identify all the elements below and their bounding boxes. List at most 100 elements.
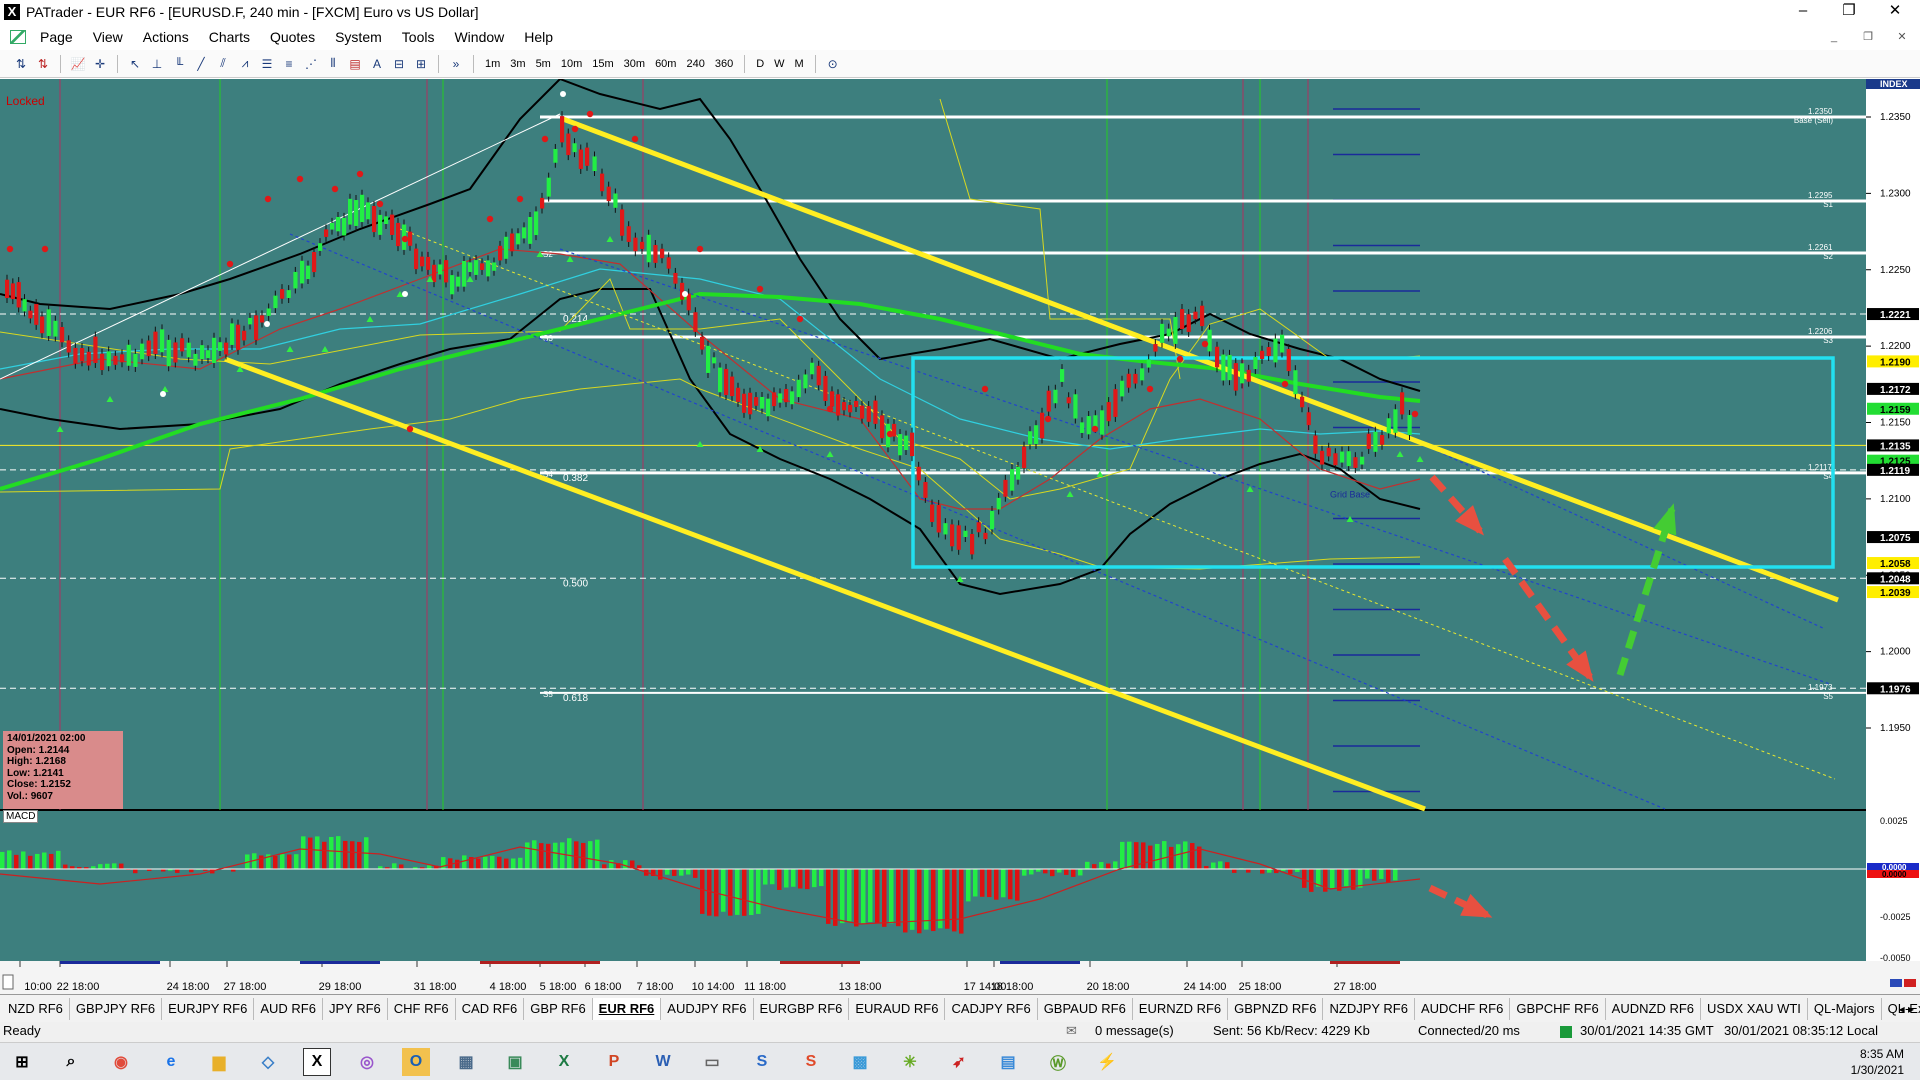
symbol-tab-audchf-rf6[interactable]: AUDCHF RF6 <box>1415 997 1511 1020</box>
fibonacci-retracement-icon[interactable]: ☰ <box>257 54 277 74</box>
vertical-line-icon[interactable]: ╙ <box>169 54 189 74</box>
status-messages[interactable]: 0 message(s) <box>1095 1023 1174 1038</box>
cycle-lines-icon[interactable]: ⦀ <box>323 54 343 74</box>
patrader-taskbar-icon[interactable]: X <box>303 1048 331 1076</box>
symbol-tab-gbpaud-rf6[interactable]: GBPAUD RF6 <box>1038 997 1133 1020</box>
restore-button[interactable]: ❐ <box>1826 0 1872 24</box>
menu-system[interactable]: System <box>325 24 392 50</box>
symbol-tab-audjpy-rf6[interactable]: AUDJPY RF6 <box>661 997 754 1020</box>
menu-actions[interactable]: Actions <box>133 24 199 50</box>
tab-scroll-arrows[interactable]: ◂ ▸ <box>1899 1002 1914 1016</box>
chrome-icon[interactable]: ◉ <box>107 1048 135 1076</box>
symbol-tab-eur-rf6[interactable]: EUR RF6 <box>592 997 662 1020</box>
app-icon-12[interactable]: ⚡ <box>1093 1048 1121 1076</box>
symbol-tab-nzd-rf6[interactable]: NZD RF6 <box>2 997 70 1020</box>
menu-view[interactable]: View <box>83 24 133 50</box>
app-icon-9[interactable]: ➶ <box>945 1048 973 1076</box>
app-icon-7[interactable]: ▩ <box>846 1048 874 1076</box>
clock-icon[interactable]: ⊙ <box>823 54 843 74</box>
menu-charts[interactable]: Charts <box>199 24 260 50</box>
symbol-tab-aud-rf6[interactable]: AUD RF6 <box>254 997 323 1020</box>
channel-icon[interactable]: ⫽ <box>213 54 233 74</box>
menu-tools[interactable]: Tools <box>392 24 445 50</box>
mdi-minimize-button[interactable]: _ <box>1823 29 1845 45</box>
candle-body <box>742 393 747 413</box>
edge-icon[interactable]: e <box>157 1048 185 1076</box>
app-icon-3[interactable]: ▣ <box>501 1048 529 1076</box>
chart-document-icon[interactable] <box>10 30 26 44</box>
symbol-tab-eurjpy-rf6[interactable]: EURJPY RF6 <box>162 997 255 1020</box>
timeframe-240[interactable]: 240 <box>681 54 709 74</box>
symbol-tab-gbp-rf6[interactable]: GBP RF6 <box>524 997 593 1020</box>
symbol-tab-cad-rf6[interactable]: CAD RF6 <box>456 997 525 1020</box>
period-daily[interactable]: D <box>751 54 769 74</box>
file-explorer-icon[interactable]: ▆ <box>205 1048 233 1076</box>
app-icon-10[interactable]: ▤ <box>994 1048 1022 1076</box>
macd-bar <box>7 850 12 869</box>
text-icon[interactable]: A <box>367 54 387 74</box>
more-tools-button[interactable]: » <box>446 54 466 74</box>
mdi-close-button[interactable]: ✕ <box>1891 29 1913 45</box>
search-icon[interactable]: ⌕ <box>57 1048 85 1076</box>
fibonacci-fan-icon[interactable]: ⩘ <box>235 54 255 74</box>
app-icon-4[interactable]: ▭ <box>698 1048 726 1076</box>
minimize-button[interactable]: – <box>1780 0 1826 24</box>
period-monthly[interactable]: M <box>790 54 809 74</box>
levels-icon[interactable]: ⊟ <box>389 54 409 74</box>
system-clock[interactable]: 8:35 AM 1/30/2021 <box>1851 1046 1904 1078</box>
crosshair-icon[interactable]: ✛ <box>90 54 110 74</box>
grid-levels-icon[interactable]: ⊞ <box>411 54 431 74</box>
menu-quotes[interactable]: Quotes <box>260 24 325 50</box>
symbol-tab-ql-majors[interactable]: QL-Majors <box>1808 997 1882 1020</box>
pointer-icon[interactable]: ↖ <box>125 54 145 74</box>
close-button[interactable]: ✕ <box>1872 0 1918 24</box>
outlook-icon[interactable]: O <box>402 1048 430 1076</box>
price-chart[interactable]: INDEX0.2140.3820.5000.618S2S3S4S5Grid Ba… <box>0 79 1920 994</box>
period-weekly[interactable]: W <box>769 54 789 74</box>
symbol-tab-euraud-rf6[interactable]: EURAUD RF6 <box>849 997 946 1020</box>
symbol-tab-cadjpy-rf6[interactable]: CADJPY RF6 <box>945 997 1038 1020</box>
app-icon-11[interactable]: Ⓦ <box>1044 1048 1072 1076</box>
app-icon-5[interactable]: S <box>748 1048 776 1076</box>
arrows-down-icon[interactable]: ⇅ <box>33 54 53 74</box>
menu-page[interactable]: Page <box>30 24 83 50</box>
app-icon-2[interactable]: ◎ <box>353 1048 381 1076</box>
gann-fan-icon[interactable]: ⋰ <box>301 54 321 74</box>
timeframe-15m[interactable]: 15m <box>587 54 618 74</box>
symbol-tab-gbpchf-rf6[interactable]: GBPCHF RF6 <box>1510 997 1606 1020</box>
chart-area[interactable]: INDEX 0.214 0.382 0.500 0.618 S2 S3 S4 S5 Grid Ba… <box>0 79 1920 994</box>
timeframe-60m[interactable]: 60m <box>650 54 681 74</box>
windows-start-icon[interactable]: ⊞ <box>8 1048 36 1076</box>
word-icon[interactable]: W <box>649 1048 677 1076</box>
horizontal-line-icon[interactable]: ⊥ <box>147 54 167 74</box>
app-icon-6[interactable]: S <box>797 1048 825 1076</box>
powerpoint-icon[interactable]: P <box>600 1048 628 1076</box>
symbol-tab-eurnzd-rf6[interactable]: EURNZD RF6 <box>1133 997 1229 1020</box>
chart-type-icon[interactable]: 📈 <box>68 54 88 74</box>
calculator-icon[interactable]: ▦ <box>452 1048 480 1076</box>
timeframe-1m[interactable]: 1m <box>480 54 505 74</box>
symbol-tab-gbpjpy-rf6[interactable]: GBPJPY RF6 <box>70 997 163 1020</box>
menu-window[interactable]: Window <box>444 24 514 50</box>
mdi-restore-button[interactable]: ❐ <box>1857 29 1879 45</box>
app-icon-1[interactable]: ◇ <box>254 1048 282 1076</box>
symbol-tab-jpy-rf6[interactable]: JPY RF6 <box>323 997 388 1020</box>
symbol-tab-nzdjpy-rf6[interactable]: NZDJPY RF6 <box>1323 997 1415 1020</box>
timeframe-30m[interactable]: 30m <box>619 54 650 74</box>
timeframe-10m[interactable]: 10m <box>556 54 587 74</box>
symbol-tab-usdx-xau-wti[interactable]: USDX XAU WTI <box>1701 997 1808 1020</box>
excel-icon[interactable]: X <box>550 1048 578 1076</box>
menu-help[interactable]: Help <box>514 24 563 50</box>
arrows-up-icon[interactable]: ⇅ <box>11 54 31 74</box>
fibonacci-extension-icon[interactable]: ≡ <box>279 54 299 74</box>
rectangle-icon[interactable]: ▤ <box>345 54 365 74</box>
symbol-tab-chf-rf6[interactable]: CHF RF6 <box>388 997 456 1020</box>
symbol-tab-gbpnzd-rf6[interactable]: GBPNZD RF6 <box>1228 997 1324 1020</box>
app-icon-8[interactable]: ✳ <box>896 1048 924 1076</box>
timeframe-360[interactable]: 360 <box>710 54 738 74</box>
timeframe-3m[interactable]: 3m <box>505 54 530 74</box>
symbol-tab-audnzd-rf6[interactable]: AUDNZD RF6 <box>1606 997 1702 1020</box>
symbol-tab-eurgbp-rf6[interactable]: EURGBP RF6 <box>754 997 850 1020</box>
trendline-icon[interactable]: ╱ <box>191 54 211 74</box>
timeframe-5m[interactable]: 5m <box>531 54 556 74</box>
